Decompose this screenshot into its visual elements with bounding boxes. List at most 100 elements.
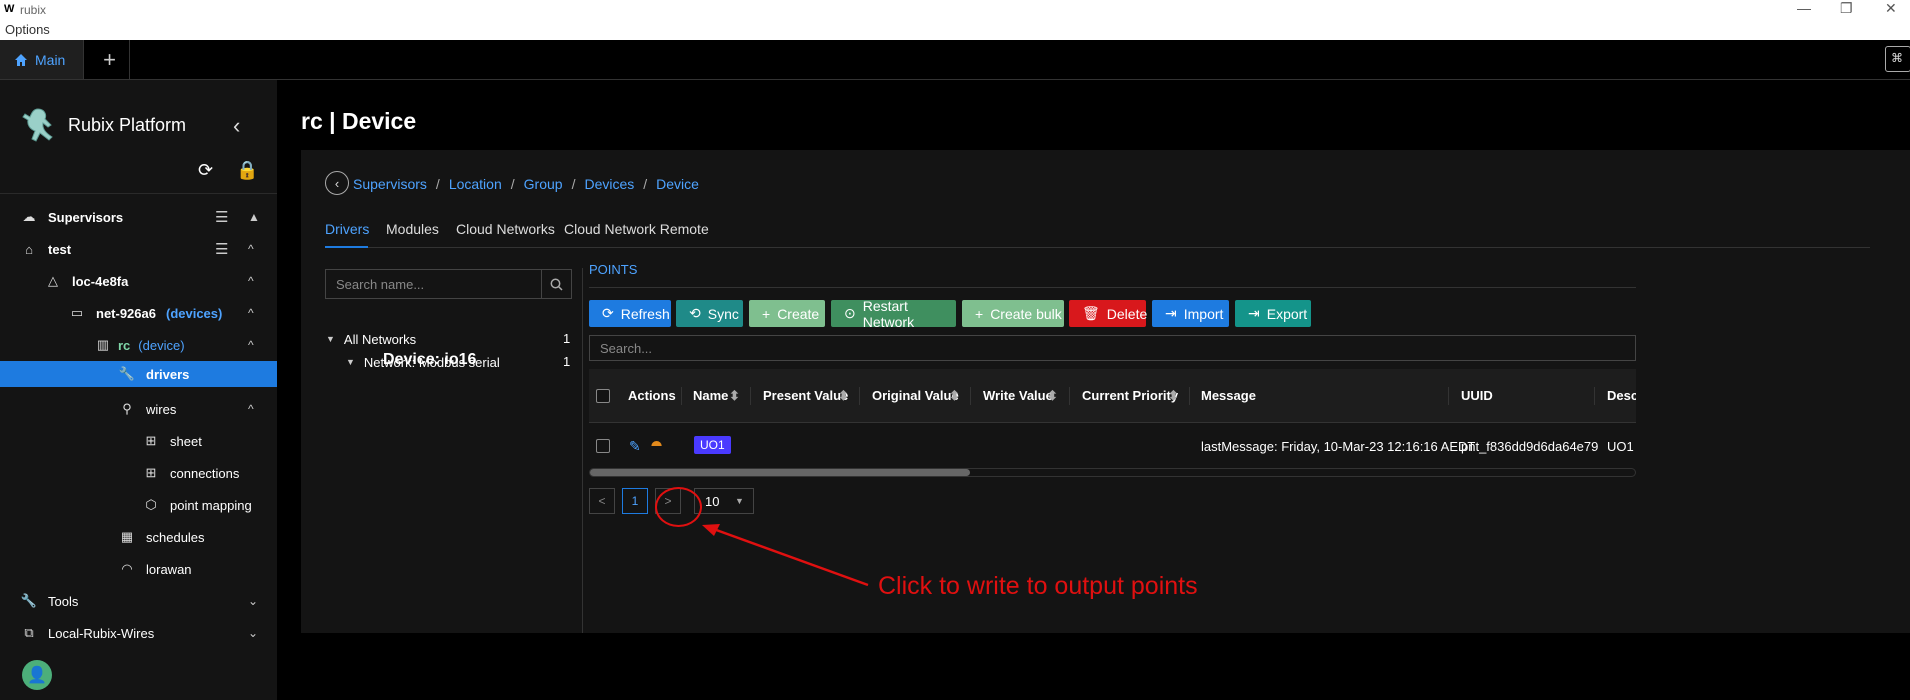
caret-down-icon: ▼ — [326, 334, 335, 344]
lock-icon[interactable]: 🔒 — [236, 160, 258, 181]
breadcrumb-group[interactable]: Group — [524, 176, 563, 192]
sidebar-item-device[interactable]: ▥ rc (device) ^ — [0, 329, 277, 361]
tab-cloud-networks[interactable]: Cloud Networks — [456, 221, 555, 237]
tab-main[interactable]: Main — [0, 40, 84, 79]
tab-modules[interactable]: Modules — [386, 221, 439, 237]
sidebar-item-label: wires — [146, 401, 177, 417]
sort-icon[interactable]: ⬍ — [838, 388, 849, 404]
sidebar-item-test[interactable]: ⌂ test ☰ ^ — [0, 233, 277, 265]
edit-icon[interactable]: ✎ — [629, 438, 641, 455]
sort-icon[interactable]: ⬍ — [1168, 388, 1179, 404]
sort-icon[interactable]: ⬍ — [729, 388, 740, 404]
row-uuid: pnt_f836dd9d6da64e79 — [1461, 439, 1599, 454]
create-bulk-button[interactable]: + Create bulk — [962, 300, 1064, 327]
refresh-icon[interactable]: ⟳ — [198, 160, 213, 181]
sidebar-item-schedules[interactable]: ▦ schedules — [0, 521, 277, 553]
tools-icon: 🔧 — [20, 593, 38, 608]
restart-network-button[interactable]: ⊙ Restart Network — [831, 298, 956, 330]
sidebar: Rubix Platform ‹ ⟳ 🔒 ☁ Supervisors ☰ ▲ ⌂… — [0, 80, 277, 700]
back-button[interactable]: ‹ — [325, 171, 349, 195]
sidebar-item-network[interactable]: ▭ net-926a6 (devices) ^ — [0, 297, 277, 329]
annotation-text: Click to write to output points — [878, 572, 1198, 600]
page-size-select[interactable]: 10 ▼ — [694, 488, 754, 514]
sidebar-item-lorawan[interactable]: ◠ lorawan — [0, 553, 277, 585]
close-icon[interactable]: ✕ — [1885, 0, 1897, 17]
minimize-icon[interactable]: — — [1797, 0, 1811, 16]
import-label: Import — [1183, 305, 1224, 322]
chevron-down-icon[interactable]: ⌄ — [248, 626, 258, 640]
sidebar-item-wires[interactable]: ⚲ wires ^ — [0, 393, 277, 425]
col-present-value[interactable]: Present Value — [763, 388, 848, 403]
plus-icon: + — [762, 305, 771, 322]
sync-button[interactable]: ⟲ Sync — [676, 300, 743, 327]
sidebar-item-tools[interactable]: 🔧 Tools ⌄ — [0, 585, 277, 617]
sidebar-item-sheet[interactable]: ⊞ sheet — [0, 425, 277, 457]
sidebar-item-point-mapping[interactable]: ⬡ point mapping — [0, 489, 277, 521]
chevron-up-icon[interactable]: ▲ — [248, 210, 260, 224]
chevron-up-icon[interactable]: ^ — [248, 338, 254, 352]
breadcrumb-separator: / — [571, 176, 576, 192]
search-name-input[interactable] — [325, 269, 542, 299]
select-all-checkbox[interactable] — [596, 389, 610, 403]
points-table-header: Actions Name ⬍ Present Value ⬍ Original … — [589, 369, 1636, 423]
refresh-button[interactable]: ⟳ Refresh — [589, 300, 671, 327]
refresh-label: Refresh — [620, 305, 670, 322]
menu-icon[interactable]: ☰ — [215, 240, 228, 258]
breadcrumb-devices[interactable]: Devices — [584, 176, 634, 192]
chevron-up-icon[interactable]: ^ — [248, 402, 254, 416]
tree-device-label[interactable]: Device: io16 — [383, 351, 476, 369]
breadcrumb-device[interactable]: Device — [656, 176, 699, 192]
options-menu[interactable]: Options — [5, 22, 50, 37]
warning-triangle-icon: △ — [48, 273, 58, 288]
page-1-button[interactable]: 1 — [622, 488, 648, 514]
restore-icon[interactable]: ❐ — [1840, 0, 1853, 17]
tab-drivers[interactable]: Drivers — [325, 221, 369, 237]
sidebar-item-supervisors[interactable]: ☁ Supervisors ☰ ▲ — [0, 201, 277, 233]
prev-page-button[interactable]: < — [589, 488, 615, 514]
breadcrumb-location[interactable]: Location — [449, 176, 502, 192]
row-checkbox[interactable] — [596, 439, 610, 453]
delete-button[interactable]: 🗑 Delete — [1069, 300, 1147, 327]
panel-toggle-icon[interactable]: ⌘ — [1885, 46, 1910, 72]
chevron-up-icon[interactable]: ^ — [248, 274, 254, 288]
collapse-sidebar-icon[interactable]: ‹ — [233, 113, 240, 139]
export-button[interactable]: ⇥ Export — [1235, 300, 1311, 327]
breadcrumb-supervisors[interactable]: Supervisors — [353, 176, 427, 192]
scrollbar-thumb[interactable] — [590, 469, 970, 476]
sort-icon[interactable]: ⬍ — [949, 388, 960, 404]
add-tab-button[interactable]: + — [90, 40, 130, 79]
avatar[interactable]: 👤 — [22, 660, 52, 690]
active-tab-indicator — [325, 246, 368, 248]
caret-down-icon: ▼ — [346, 357, 355, 367]
sidebar-item-label: point mapping — [170, 497, 252, 513]
search-button[interactable] — [541, 269, 572, 299]
col-current-priority[interactable]: Current Priority — [1082, 388, 1178, 403]
col-write-value[interactable]: Write Value — [983, 388, 1053, 403]
sort-icon[interactable]: ⬍ — [1047, 388, 1058, 404]
col-name[interactable]: Name — [693, 388, 728, 403]
sidebar-item-label: Local-Rubix-Wires — [48, 625, 155, 641]
brand-name: Rubix Platform — [68, 114, 187, 135]
menu-icon[interactable]: ☰ — [215, 208, 228, 226]
sidebar-item-local-rubix-wires[interactable]: ⧉ Local-Rubix-Wires ⌄ — [0, 617, 277, 649]
col-original-value[interactable]: Original Value — [872, 388, 959, 403]
tab-points[interactable]: POINTS — [589, 262, 637, 277]
sidebar-item-drivers[interactable]: 🔧 drivers — [0, 361, 277, 387]
chevron-down-icon[interactable]: ⌄ — [248, 594, 258, 608]
chevron-up-icon[interactable]: ^ — [248, 242, 254, 256]
import-button[interactable]: ⇥ Import — [1152, 300, 1229, 327]
points-search-input[interactable] — [589, 335, 1636, 361]
create-button[interactable]: + Create — [749, 300, 825, 327]
horizontal-scrollbar[interactable] — [589, 468, 1636, 477]
panel-splitter[interactable] — [582, 268, 583, 633]
chevron-up-icon[interactable]: ^ — [248, 306, 254, 320]
sidebar-item-label: net-926a6 — [96, 305, 156, 321]
tree-all-networks[interactable]: ▼ All Networks — [326, 327, 416, 351]
sidebar-item-label: connections — [170, 465, 240, 481]
play-circle-icon: ⊙ — [844, 305, 856, 321]
sidebar-item-connections[interactable]: ⊞ connections — [0, 457, 277, 489]
tab-cloud-network-remote[interactable]: Cloud Network Remote — [564, 221, 709, 237]
write-points-icon[interactable]: ⯊ — [651, 438, 662, 455]
sidebar-item-location[interactable]: △ loc-4e8fa ^ — [0, 265, 277, 297]
column-separator — [970, 387, 971, 405]
